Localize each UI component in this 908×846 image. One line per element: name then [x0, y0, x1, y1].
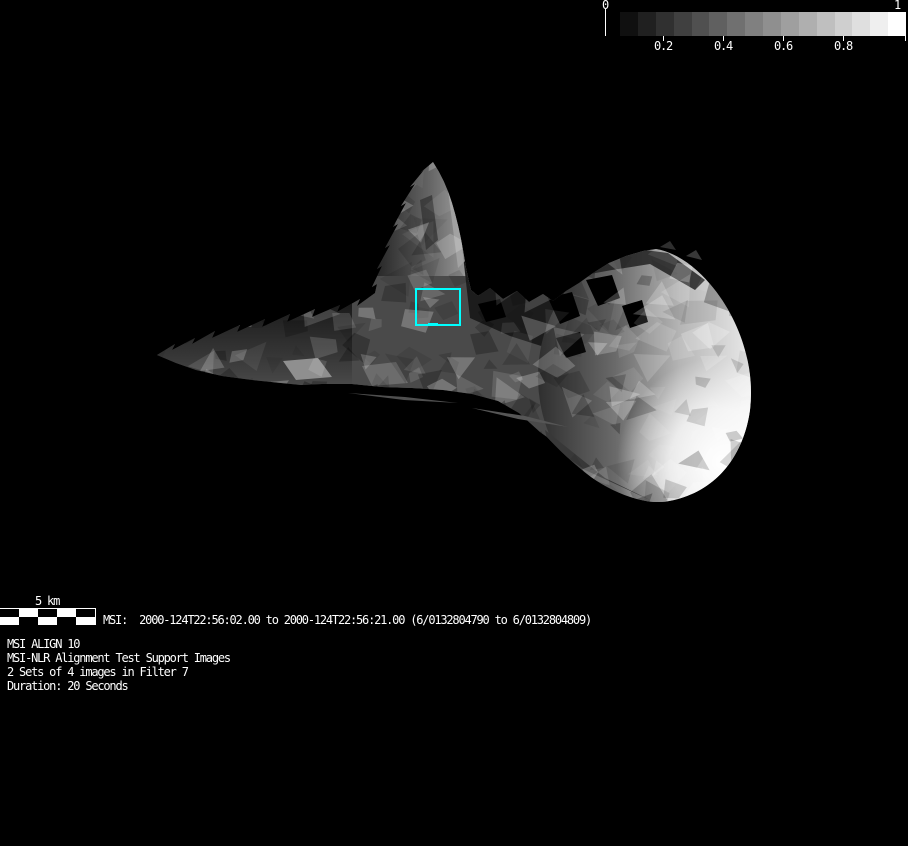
scalebar-checker-cell: [38, 609, 57, 617]
info-line: Duration: 20 Seconds: [7, 680, 230, 694]
colorbar-left-tick: [605, 9, 606, 36]
colorbar-step: [692, 12, 710, 36]
scalebar-checker-cell: [76, 617, 95, 625]
colorbar-step: [763, 12, 781, 36]
scalebar-checker-cell: [38, 617, 57, 625]
colorbar-step: [709, 12, 727, 36]
colorbar-max-label: 1: [894, 0, 900, 12]
selection-rectangle: [415, 288, 461, 326]
scalebar-label: 5 km: [35, 595, 96, 608]
colorbar-step: [835, 12, 853, 36]
colorbar-step: [674, 12, 692, 36]
colorbar-tick-label: 0.6: [774, 40, 792, 53]
colorbar-step: [656, 12, 674, 36]
status-line: MSI: 2000-124T22:56:02.00 to 2000-124T22…: [103, 614, 591, 627]
scalebar-checker-cell: [0, 617, 19, 625]
colorbar-tick-label: 0.2: [654, 40, 672, 53]
viewport: { "colorbar": { "min_label": "0", "max_l…: [0, 0, 908, 846]
scalebar-checker: [0, 608, 96, 625]
selection-rectangle-notch: [428, 323, 438, 326]
scalebar-checker-cell: [0, 609, 19, 617]
scalebar: 5 km: [0, 595, 96, 625]
colorbar-step: [638, 12, 656, 36]
colorbar-step: [745, 12, 763, 36]
info-block: MSI ALIGN 10MSI-NLR Alignment Test Suppo…: [7, 638, 230, 694]
colorbar-step: [852, 12, 870, 36]
scalebar-checker-cell: [57, 617, 76, 625]
colorbar-step: [817, 12, 835, 36]
info-line: MSI-NLR Alignment Test Support Images: [7, 652, 230, 666]
info-line: 2 Sets of 4 images in Filter 7: [7, 666, 230, 680]
info-line: MSI ALIGN 10: [7, 638, 230, 652]
colorbar-gradient: [620, 12, 906, 36]
colorbar-tick-label: 0.4: [714, 40, 732, 53]
scalebar-checker-cell: [76, 609, 95, 617]
colorbar-step: [727, 12, 745, 36]
asteroid-shape-model: [0, 0, 908, 846]
colorbar-tick-label: 0.8: [834, 40, 852, 53]
scalebar-checker-cell: [57, 609, 76, 617]
colorbar-step: [870, 12, 888, 36]
colorbar-step: [620, 12, 638, 36]
scalebar-checker-cell: [19, 609, 38, 617]
colorbar: 0 1 0.20.40.60.8: [600, 0, 908, 56]
colorbar-step: [781, 12, 799, 36]
colorbar-step: [888, 12, 906, 36]
scalebar-checker-cell: [19, 617, 38, 625]
colorbar-step: [799, 12, 817, 36]
asteroid-shading: [140, 131, 779, 528]
